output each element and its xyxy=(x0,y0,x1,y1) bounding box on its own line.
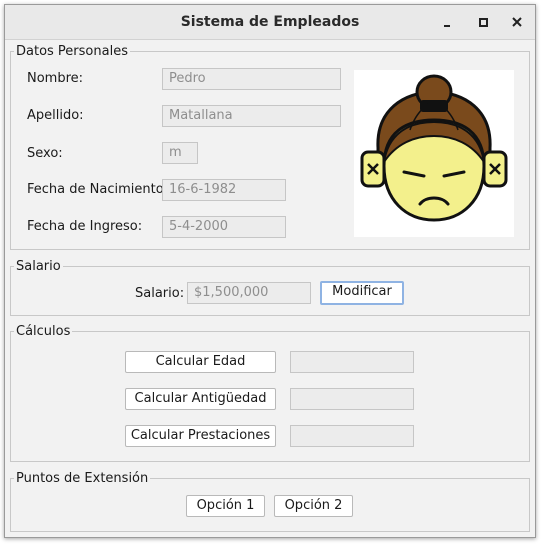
nacimiento-label: Fecha de Nacimiento: xyxy=(27,182,169,197)
sexo-field[interactable]: m xyxy=(162,142,198,164)
maximize-icon[interactable] xyxy=(474,13,492,31)
minimize-icon[interactable] xyxy=(438,13,456,31)
title-bar[interactable]: Sistema de Empleados xyxy=(5,5,535,40)
age-result-field[interactable] xyxy=(290,351,414,373)
nombre-field[interactable]: Pedro xyxy=(162,68,341,90)
nacimiento-field[interactable]: 16-6-1982 xyxy=(162,179,286,201)
option-2-button[interactable]: Opción 2 xyxy=(274,495,353,517)
apellido-label: Apellido: xyxy=(27,108,84,123)
seniority-result-field[interactable] xyxy=(290,388,414,410)
apellido-field[interactable]: Matallana xyxy=(162,105,341,127)
ingreso-field[interactable]: 5-4-2000 xyxy=(162,216,286,238)
calculate-age-button[interactable]: Calcular Edad xyxy=(125,351,276,373)
extension-points-legend: Puntos de Extensión xyxy=(16,471,149,486)
sexo-label: Sexo: xyxy=(27,146,63,161)
ingreso-label: Fecha de Ingreso: xyxy=(27,219,143,234)
option-1-button[interactable]: Opción 1 xyxy=(186,495,265,517)
salary-legend: Salario xyxy=(16,259,61,274)
calculate-benefits-button[interactable]: Calcular Prestaciones xyxy=(125,425,276,447)
employee-face-icon xyxy=(360,74,508,222)
close-icon[interactable] xyxy=(508,13,526,31)
main-window: Sistema de Empleados Datos Personales No… xyxy=(4,4,536,538)
extension-points-group: Puntos de Extensión xyxy=(10,471,530,532)
salary-label: Salario: xyxy=(135,286,185,301)
personal-data-legend: Datos Personales xyxy=(16,44,128,59)
modify-salary-button[interactable]: Modificar xyxy=(320,281,404,305)
calculations-legend: Cálculos xyxy=(16,324,71,339)
nombre-label: Nombre: xyxy=(27,71,84,86)
employee-photo xyxy=(354,70,514,237)
salary-field[interactable]: $1,500,000 xyxy=(187,282,311,304)
calculate-seniority-button[interactable]: Calcular Antigüedad xyxy=(125,388,276,410)
benefits-result-field[interactable] xyxy=(290,425,414,447)
